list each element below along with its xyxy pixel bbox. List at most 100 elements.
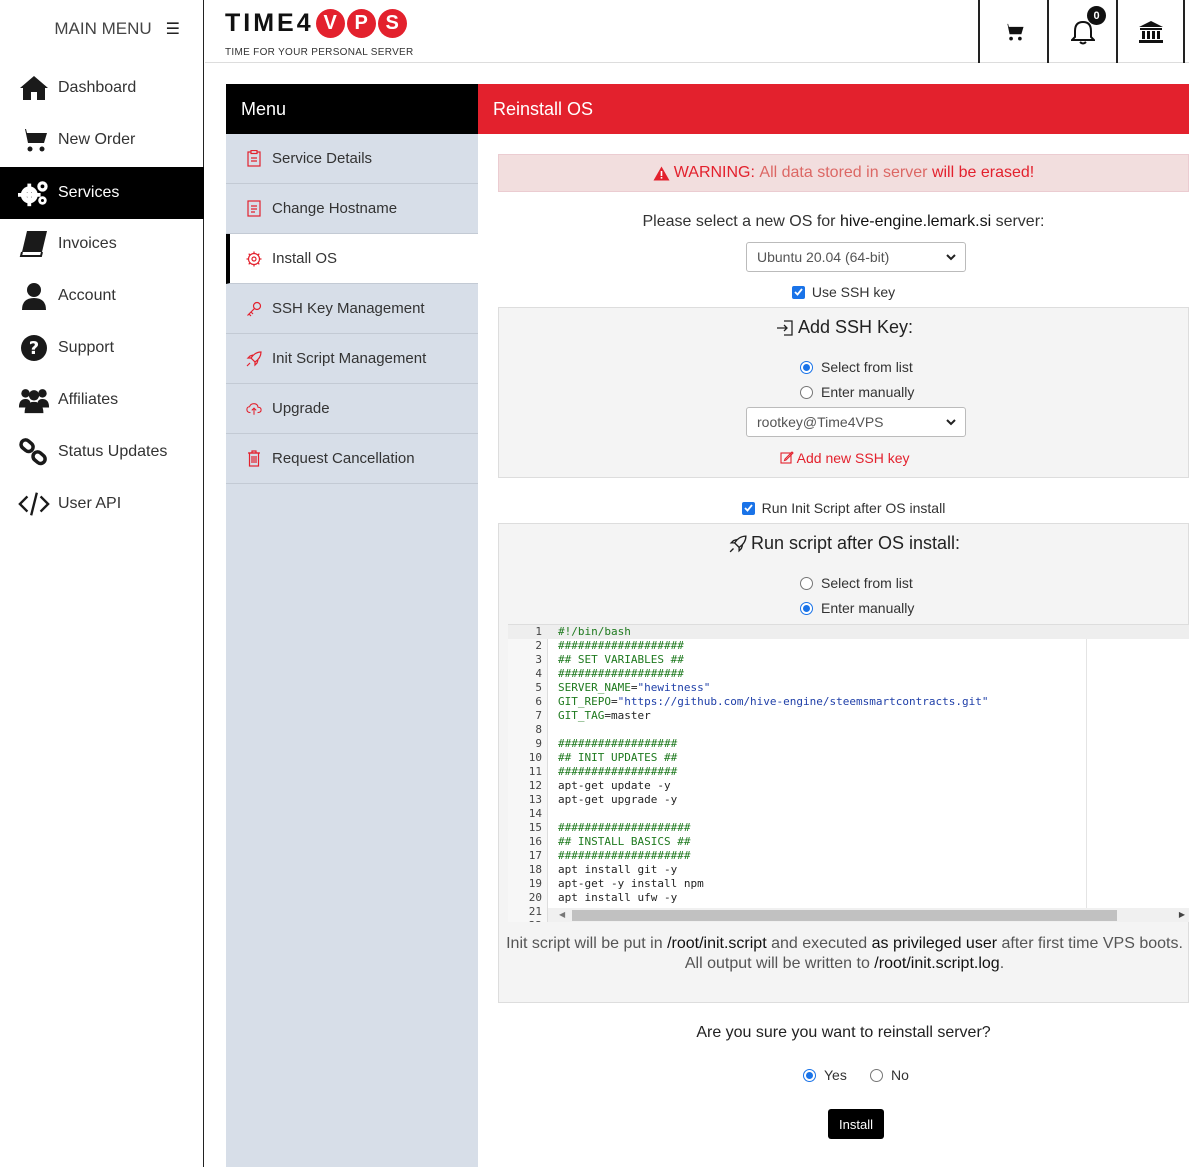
note-path: /root/init.script.log	[874, 955, 1000, 972]
os-select-value: Ubuntu 20.04 (64-bit)	[757, 249, 890, 265]
code-line: 19 apt-get -y install npm	[508, 877, 1189, 891]
sidebar-item-label: User API	[58, 495, 122, 512]
service-menu: Menu Service Details Change Hostname Ins…	[226, 84, 478, 1167]
sidebar-item-invoices[interactable]: Invoices	[0, 218, 204, 270]
trash-icon	[246, 450, 262, 468]
time4vps-logo[interactable]: TIME4 V P S TIME FOR YOUR PERSONAL SERVE…	[225, 5, 414, 58]
chevron-down-icon	[946, 254, 956, 261]
install-button[interactable]: Install	[828, 1109, 884, 1139]
submenu-item-ssh-key-management[interactable]: SSH Key Management	[226, 284, 478, 334]
code-text: apt install ufw -y	[558, 891, 678, 904]
scroll-right-icon[interactable]: ▶	[1179, 910, 1185, 919]
confirm-no[interactable]: No	[870, 1067, 909, 1083]
sidebar-item-label: Account	[58, 287, 116, 304]
sidebar-item-label: Support	[58, 339, 115, 356]
use-ssh-key-checkbox[interactable]	[791, 285, 805, 299]
sidebar-item-label: Dashboard	[58, 79, 137, 96]
gears-icon	[18, 178, 50, 208]
ssh-key-box: Add SSH Key: Select from list Enter manu…	[498, 307, 1189, 478]
line-number: 1	[535, 625, 542, 638]
note-text: .	[999, 955, 1005, 972]
code-line: 6 GIT_REPO="https://github.com/hive-engin…	[508, 695, 1189, 709]
service-menu-title: Menu	[226, 84, 478, 134]
init-script-note: Init script will be put in /root/init.sc…	[499, 934, 1189, 974]
line-number: 13	[528, 793, 542, 806]
use-ssh-key-row[interactable]: Use SSH key	[498, 284, 1189, 300]
sidebar-item-label: New Order	[58, 131, 136, 148]
code-text: apt install git -y	[558, 863, 678, 876]
run-init-script-row[interactable]: Run Init Script after OS install	[498, 500, 1189, 516]
home-icon	[18, 73, 50, 103]
sidebar-item-user-api[interactable]: User API	[0, 478, 204, 530]
confirm-yes[interactable]: Yes	[803, 1067, 847, 1083]
script-enter-manually-radio[interactable]	[800, 601, 813, 615]
line-number: 4	[535, 667, 542, 680]
chevron-down-icon	[946, 419, 956, 426]
run-init-script-checkbox[interactable]	[741, 501, 755, 515]
confirm-yes-radio[interactable]	[803, 1068, 816, 1082]
code-text: GIT_REPO="https://github.com/hive-engine…	[558, 695, 989, 708]
scroll-left-icon[interactable]: ◀	[559, 910, 565, 919]
code-line: 14	[508, 807, 1189, 821]
sidebar-item-dashboard[interactable]: Dashboard	[0, 62, 204, 114]
warning-icon	[653, 166, 670, 180]
edit-icon	[779, 451, 794, 464]
ssh-select-from-list-radio[interactable]	[800, 360, 813, 374]
ssh-key-select[interactable]: rootkey@Time4VPS	[746, 407, 966, 437]
sidebar-item-services[interactable]: Services	[0, 167, 204, 219]
ssh-option-list[interactable]: Select from list	[800, 359, 913, 375]
submenu-item-service-details[interactable]: Service Details	[226, 134, 478, 184]
bank-button[interactable]	[1116, 0, 1185, 63]
horizontal-scrollbar[interactable]: ◀ ▶	[548, 908, 1189, 922]
logo-letter: S	[377, 8, 407, 38]
script-code-editor[interactable]: 1 #!/bin/bash 2 ################### 3 ## SET …	[508, 624, 1189, 922]
ssh-enter-manually-radio[interactable]	[800, 385, 813, 399]
use-ssh-key-label: Use SSH key	[811, 284, 896, 300]
notifications-button[interactable]: 0	[1047, 0, 1116, 63]
script-select-from-list-radio[interactable]	[800, 576, 813, 590]
main-menu-toggle[interactable]: MAIN MENU ☰	[0, 0, 204, 58]
sidebar-item-new-order[interactable]: New Order	[0, 114, 204, 166]
submenu-item-install-os[interactable]: Install OS	[226, 234, 478, 284]
cart-icon	[1003, 23, 1024, 40]
init-script-box: Run script after OS install: Select from…	[498, 523, 1189, 1003]
line-number: 17	[528, 849, 542, 862]
submenu-item-init-script-management[interactable]: Init Script Management	[226, 334, 478, 384]
add-new-ssh-key-link[interactable]: Add new SSH key	[499, 450, 1189, 466]
os-select[interactable]: Ubuntu 20.04 (64-bit)	[746, 242, 966, 272]
submenu-item-change-hostname[interactable]: Change Hostname	[226, 184, 478, 234]
code-text: apt-get -y install npm	[558, 877, 704, 890]
main-menu-title: MAIN MENU	[54, 19, 152, 38]
code-text: apt-get update -y	[558, 779, 671, 792]
code-text: ## SET VARIABLES ##	[558, 653, 684, 666]
submenu-item-label: Service Details	[272, 150, 373, 167]
sidebar-item-support[interactable]: ? Support	[0, 322, 204, 374]
sidebar-item-account[interactable]: Account	[0, 270, 204, 322]
submenu-item-label: Upgrade	[272, 400, 330, 417]
code-text: ###################	[558, 667, 684, 680]
logo-letter: P	[346, 8, 376, 38]
submenu-item-upgrade[interactable]: Upgrade	[226, 384, 478, 434]
code-line: 8	[508, 723, 1189, 737]
submenu-item-request-cancellation[interactable]: Request Cancellation	[226, 434, 478, 484]
user-icon	[18, 281, 50, 311]
code-text: ####################	[558, 849, 691, 862]
code-line: 5 SERVER_NAME="hewitness"	[508, 681, 1189, 695]
code-line: 12 apt-get update -y	[508, 779, 1189, 793]
code-line: 20 apt install ufw -y	[508, 891, 1189, 905]
line-number: 9	[535, 737, 542, 750]
script-option-manual[interactable]: Enter manually	[800, 600, 914, 616]
sidebar-item-affiliates[interactable]: Affiliates	[0, 374, 204, 426]
sidebar-item-status-updates[interactable]: Status Updates	[0, 426, 204, 478]
script-option-list[interactable]: Select from list	[800, 575, 913, 591]
ssh-option-manual[interactable]: Enter manually	[800, 384, 914, 400]
line-number: 20	[528, 891, 542, 904]
confirm-no-radio[interactable]	[870, 1068, 883, 1082]
server-name: hive-engine.lemark.si	[839, 213, 992, 230]
run-init-script-label: Run Init Script after OS install	[761, 500, 946, 516]
code-line: 9 ##################	[508, 737, 1189, 751]
line-number: 5	[535, 681, 542, 694]
sidebar-item-label: Affiliates	[58, 391, 119, 408]
cart-button[interactable]	[978, 0, 1047, 63]
scrollbar-thumb[interactable]	[572, 910, 1117, 921]
